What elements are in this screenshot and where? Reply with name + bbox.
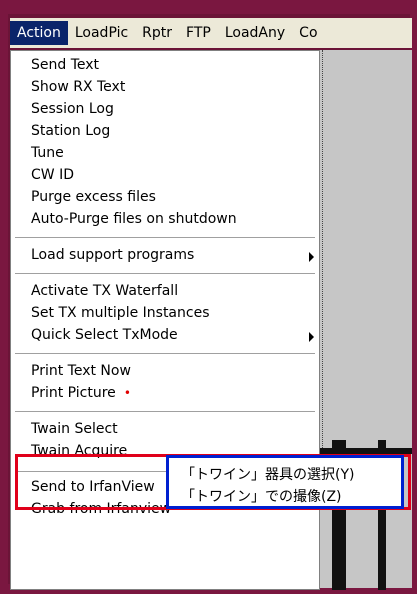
menu-item-set-tx-multiple[interactable]: Set TX multiple Instances — [31, 305, 210, 321]
twain-select-japanese-label: 「トワイン」器具の選択(Y) — [181, 467, 355, 483]
menu-rptr[interactable]: Rptr — [135, 21, 179, 45]
menu-item-load-support[interactable]: Load support programs — [31, 247, 194, 263]
red-marker-icon: • — [123, 386, 131, 400]
twain-acquire-japanese-label: 「トワイン」での撮像(Z) — [181, 489, 342, 505]
menu-separator — [15, 411, 315, 413]
print-picture-label: Print Picture — [31, 385, 116, 401]
menu-item-auto-purge[interactable]: Auto-Purge files on shutdown — [31, 211, 237, 227]
menu-item-cw-id[interactable]: CW ID — [31, 167, 74, 183]
menu-co[interactable]: Co — [292, 21, 324, 45]
menu-bar: Action LoadPic Rptr FTP LoadAny Co — [10, 18, 412, 48]
submenu-arrow-icon — [309, 332, 314, 342]
menu-item-quick-select-txmode[interactable]: Quick Select TxMode — [31, 327, 178, 343]
submenu-arrow-icon — [309, 252, 314, 262]
menu-loadany[interactable]: LoadAny — [218, 21, 292, 45]
menu-separator — [15, 353, 315, 355]
menu-separator — [15, 237, 315, 239]
menu-item-purge-excess[interactable]: Purge excess files — [31, 189, 156, 205]
menu-item-show-rx-text[interactable]: Show RX Text — [31, 79, 125, 95]
menu-item-tune[interactable]: Tune — [31, 145, 64, 161]
menu-item-session-log[interactable]: Session Log — [31, 101, 114, 117]
menu-loadpic[interactable]: LoadPic — [68, 21, 135, 45]
menu-item-send-text[interactable]: Send Text — [31, 57, 99, 73]
menu-item-print-text-now[interactable]: Print Text Now — [31, 363, 131, 379]
menu-separator — [15, 273, 315, 275]
blue-annotation-box: 「トワイン」器具の選択(Y) 「トワイン」での撮像(Z) — [166, 455, 404, 509]
dotted-divider — [322, 50, 324, 470]
menu-item-station-log[interactable]: Station Log — [31, 123, 110, 139]
menu-item-twain-select[interactable]: Twain Select — [31, 421, 118, 437]
menu-item-print-picture[interactable]: Print Picture • — [31, 385, 131, 401]
menu-ftp[interactable]: FTP — [179, 21, 218, 45]
menu-action[interactable]: Action — [10, 21, 68, 45]
menu-item-activate-tx-waterfall[interactable]: Activate TX Waterfall — [31, 283, 178, 299]
